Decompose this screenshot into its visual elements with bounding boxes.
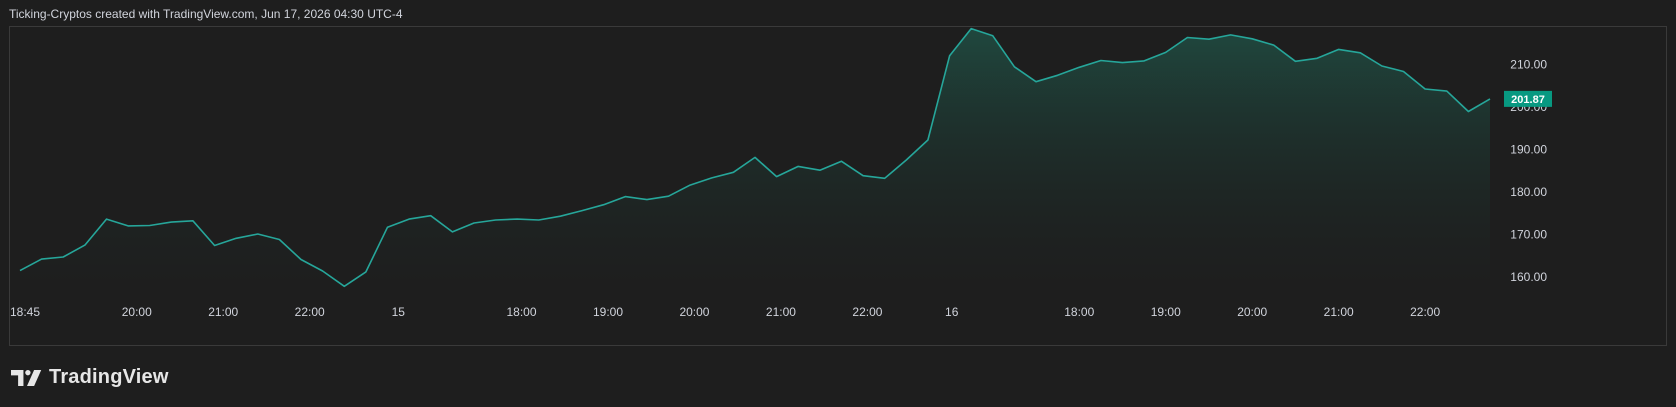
- x-tick-label: 18:45: [10, 305, 40, 319]
- x-tick-label: 16: [945, 305, 959, 319]
- y-tick-label: 210.00: [1510, 57, 1547, 71]
- x-tick-label: 19:00: [1151, 305, 1181, 319]
- y-tick-label: 170.00: [1510, 227, 1547, 241]
- x-tick-label: 18:00: [1064, 305, 1094, 319]
- last-price-label: 201.87: [1511, 94, 1545, 106]
- y-tick-label: 190.00: [1510, 142, 1547, 156]
- x-tick-label: 19:00: [593, 305, 623, 319]
- x-tick-label: 20:00: [679, 305, 709, 319]
- x-tick-label: 22:00: [1410, 305, 1440, 319]
- x-tick-label: 21:00: [1324, 305, 1354, 319]
- x-tick-label: 22:00: [295, 305, 325, 319]
- time-axis: 18:45 20:00 21:00 22:00 15 18:00 19:00 20:00 21:…: [10, 305, 1440, 319]
- x-tick-label: 18:00: [507, 305, 537, 319]
- tradingview-logo-text: TradingView: [49, 366, 169, 388]
- y-tick-label: 180.00: [1510, 185, 1547, 199]
- x-tick-label: 20:00: [1237, 305, 1267, 319]
- tradingview-logo-icon: [11, 369, 42, 386]
- tradingview-logo[interactable]: TradingView: [11, 366, 169, 389]
- x-tick-label: 20:00: [122, 305, 152, 319]
- x-tick-label: 15: [392, 305, 406, 319]
- last-price-badge: 201.87: [1504, 90, 1552, 107]
- x-tick-label: 21:00: [208, 305, 238, 319]
- price-area: [20, 28, 1490, 294]
- y-tick-label: 160.00: [1510, 270, 1547, 284]
- price-chart[interactable]: 160.00170.00180.00190.00200.00210.00 18:…: [0, 0, 1676, 407]
- x-tick-label: 21:00: [766, 305, 796, 319]
- x-tick-label: 22:00: [852, 305, 882, 319]
